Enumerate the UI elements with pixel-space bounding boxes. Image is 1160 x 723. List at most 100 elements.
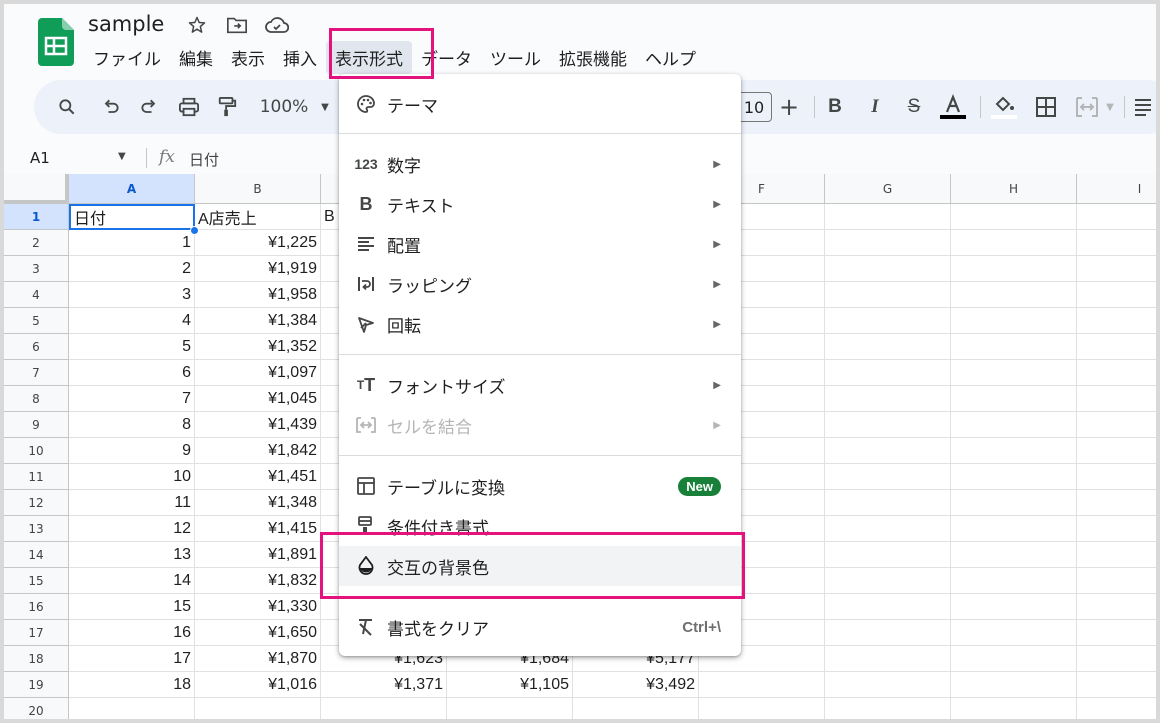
grid-cell[interactable] xyxy=(1077,256,1156,282)
row-header[interactable]: 9 xyxy=(4,412,69,438)
grid-cell[interactable]: ¥1,870 xyxy=(195,646,321,672)
grid-cell[interactable] xyxy=(1077,568,1156,594)
grid-cell[interactable]: ¥1,352 xyxy=(195,334,321,360)
grid-cell[interactable]: ¥1,842 xyxy=(195,438,321,464)
grid-cell[interactable] xyxy=(951,698,1077,719)
grid-cell[interactable]: ¥1,225 xyxy=(195,230,321,256)
row-header[interactable]: 11 xyxy=(4,464,69,490)
row-header[interactable]: 15 xyxy=(4,568,69,594)
grid-cell[interactable] xyxy=(573,698,699,719)
menu-item-theme[interactable]: テーマ xyxy=(339,84,741,124)
menu-item-convert-to-table[interactable]: テーブルに変換 New xyxy=(339,466,741,506)
grid-cell[interactable]: 18 xyxy=(69,672,195,698)
italic-icon[interactable]: I xyxy=(864,94,886,120)
grid-cell[interactable]: ¥1,371 xyxy=(321,672,447,698)
grid-cell[interactable] xyxy=(1077,698,1156,719)
grid-cell[interactable]: 6 xyxy=(69,360,195,386)
menu-insert[interactable]: 挿入 xyxy=(274,41,326,74)
grid-cell[interactable] xyxy=(951,542,1077,568)
menu-file[interactable]: ファイル xyxy=(84,41,170,74)
grid-cell[interactable] xyxy=(825,516,951,542)
grid-cell[interactable]: ¥1,097 xyxy=(195,360,321,386)
grid-cell[interactable]: 1 xyxy=(69,230,195,256)
grid-cell[interactable]: 11 xyxy=(69,490,195,516)
select-all-corner[interactable] xyxy=(4,174,69,204)
fill-color-icon[interactable] xyxy=(990,94,1018,120)
grid-cell[interactable] xyxy=(825,646,951,672)
grid-cell[interactable] xyxy=(825,282,951,308)
bold-icon[interactable]: B xyxy=(824,94,846,120)
row-header[interactable]: 3 xyxy=(4,256,69,282)
grid-cell[interactable]: 14 xyxy=(69,568,195,594)
grid-cell[interactable] xyxy=(825,360,951,386)
row-header[interactable]: 20 xyxy=(4,698,69,719)
menu-item-font-size[interactable]: TT フォントサイズ ▶ xyxy=(339,365,741,405)
grid-cell[interactable] xyxy=(447,698,573,719)
row-header[interactable]: 6 xyxy=(4,334,69,360)
grid-cell[interactable]: ¥1,105 xyxy=(447,672,573,698)
grid-cell[interactable]: 17 xyxy=(69,646,195,672)
grid-cell[interactable] xyxy=(1077,308,1156,334)
grid-cell[interactable] xyxy=(1077,490,1156,516)
grid-cell[interactable]: ¥1,384 xyxy=(195,308,321,334)
sheets-logo-icon[interactable] xyxy=(38,18,74,66)
grid-cell[interactable]: ¥3,492 xyxy=(573,672,699,698)
grid-cell[interactable] xyxy=(1077,542,1156,568)
strikethrough-icon[interactable]: S xyxy=(902,94,926,120)
grid-cell[interactable]: 8 xyxy=(69,412,195,438)
grid-cell[interactable] xyxy=(825,230,951,256)
grid-cell[interactable] xyxy=(1077,464,1156,490)
column-header-h[interactable]: H xyxy=(951,174,1077,204)
column-header-b[interactable]: B xyxy=(195,174,321,204)
move-folder-icon[interactable] xyxy=(224,12,250,38)
grid-cell[interactable] xyxy=(699,698,825,719)
grid-cell[interactable] xyxy=(825,698,951,719)
grid-cell[interactable] xyxy=(1077,412,1156,438)
grid-cell[interactable] xyxy=(951,490,1077,516)
row-header[interactable]: 1 xyxy=(4,204,69,230)
menu-edit[interactable]: 編集 xyxy=(170,41,222,74)
font-size-input[interactable]: 10 xyxy=(736,92,772,122)
grid-cell[interactable]: ¥1,016 xyxy=(195,672,321,698)
grid-cell[interactable]: 13 xyxy=(69,542,195,568)
row-header[interactable]: 8 xyxy=(4,386,69,412)
grid-cell[interactable]: ¥1,415 xyxy=(195,516,321,542)
grid-cell[interactable]: ¥1,919 xyxy=(195,256,321,282)
grid-cell[interactable] xyxy=(951,256,1077,282)
grid-cell[interactable] xyxy=(951,360,1077,386)
menu-item-alignment[interactable]: 配置 ▶ xyxy=(339,224,741,264)
column-header-g[interactable]: G xyxy=(825,174,951,204)
grid-cell[interactable]: ¥1,451 xyxy=(195,464,321,490)
grid-cell[interactable]: 4 xyxy=(69,308,195,334)
grid-cell[interactable] xyxy=(1077,386,1156,412)
print-icon[interactable] xyxy=(176,94,202,120)
grid-cell[interactable] xyxy=(1077,672,1156,698)
row-header[interactable]: 12 xyxy=(4,490,69,516)
grid-cell[interactable] xyxy=(1077,204,1156,230)
grid-cell[interactable] xyxy=(825,386,951,412)
menu-item-clear-formatting[interactable]: 書式をクリア Ctrl+\ xyxy=(339,607,741,647)
grid-cell[interactable] xyxy=(951,438,1077,464)
row-header[interactable]: 4 xyxy=(4,282,69,308)
menu-item-rotation[interactable]: 回転 ▶ xyxy=(339,304,741,344)
column-header-i[interactable]: I xyxy=(1077,174,1156,204)
grid-cell[interactable]: ¥1,348 xyxy=(195,490,321,516)
grid-cell[interactable] xyxy=(951,412,1077,438)
grid-cell[interactable] xyxy=(951,568,1077,594)
grid-cell[interactable]: ¥1,330 xyxy=(195,594,321,620)
grid-cell[interactable] xyxy=(951,230,1077,256)
name-box[interactable]: A1 xyxy=(30,149,50,167)
text-color-icon[interactable] xyxy=(938,94,968,120)
row-header[interactable]: 19 xyxy=(4,672,69,698)
grid-cell[interactable] xyxy=(825,464,951,490)
row-header[interactable]: 10 xyxy=(4,438,69,464)
grid-cell[interactable]: ¥1,958 xyxy=(195,282,321,308)
grid-cell[interactable]: 16 xyxy=(69,620,195,646)
grid-cell[interactable] xyxy=(951,516,1077,542)
grid-cell[interactable] xyxy=(699,672,825,698)
grid-cell[interactable] xyxy=(951,646,1077,672)
menu-item-number[interactable]: 123 数字 ▶ xyxy=(339,144,741,184)
grid-cell[interactable] xyxy=(1077,516,1156,542)
borders-icon[interactable] xyxy=(1034,94,1058,120)
grid-cell[interactable] xyxy=(951,464,1077,490)
